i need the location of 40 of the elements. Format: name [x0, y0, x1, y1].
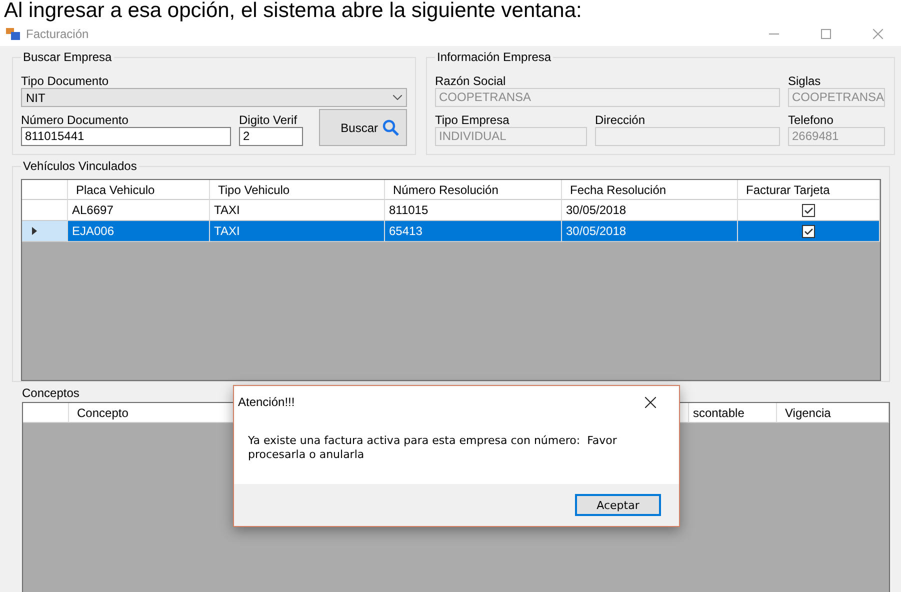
field-label: Telefono: [788, 113, 834, 127]
app-icon: [6, 28, 20, 40]
field-label: Digito Verif: [239, 113, 298, 127]
search-icon: [382, 118, 400, 136]
check-digit-field[interactable]: 2: [239, 127, 303, 146]
table-row[interactable]: EJA006 TAXI 65413 30/05/2018: [22, 221, 880, 242]
document-number-field[interactable]: 811015441: [21, 127, 231, 146]
field-label: Número Documento: [21, 113, 130, 127]
table-row[interactable]: AL6697 TAXI 811015 30/05/2018: [22, 200, 880, 221]
field-label: Tipo Empresa: [435, 113, 510, 127]
close-icon: [644, 396, 656, 408]
accept-button[interactable]: Aceptar: [575, 494, 661, 516]
field-label: Dirección: [595, 113, 646, 127]
group-title: Conceptos: [22, 386, 80, 400]
column-header[interactable]: Vigencia: [777, 403, 889, 423]
group-title: Vehículos Vinculados: [22, 159, 138, 173]
field-label: Razón Social: [435, 74, 507, 88]
table-cell: TAXI: [210, 221, 385, 242]
maximize-icon: [821, 29, 831, 39]
table-cell: 65413: [385, 221, 562, 242]
close-icon: [873, 29, 883, 39]
row-pointer-icon: [32, 227, 37, 235]
checkbox[interactable]: [802, 224, 815, 238]
dialog-title: Atención!!!: [238, 395, 295, 409]
table-cell: 30/05/2018: [562, 221, 738, 242]
column-header[interactable]: scontable: [689, 403, 777, 423]
dropdown-value: NIT: [26, 90, 46, 104]
search-button[interactable]: Buscar: [319, 109, 407, 146]
dialog-message: Ya existe una factura activa para esta empresa con número: Favor procesarla o anularla: [248, 434, 618, 463]
table-cell: EJA006: [68, 221, 210, 242]
window-title: Facturación: [26, 27, 90, 41]
field-label: Siglas: [788, 74, 822, 88]
document-type-dropdown[interactable]: NIT: [21, 88, 407, 107]
chevron-down-icon: [393, 95, 402, 100]
group-title: Buscar Empresa: [22, 50, 113, 64]
field-label: Tipo Documento: [21, 74, 110, 88]
minimize-icon: [769, 33, 779, 35]
group-title: Información Empresa: [436, 50, 552, 64]
checkbox[interactable]: [802, 204, 815, 216]
caption-text: Al ingresar a esa opción, el sistema abre la siguiente ventana:: [3, 0, 583, 22]
